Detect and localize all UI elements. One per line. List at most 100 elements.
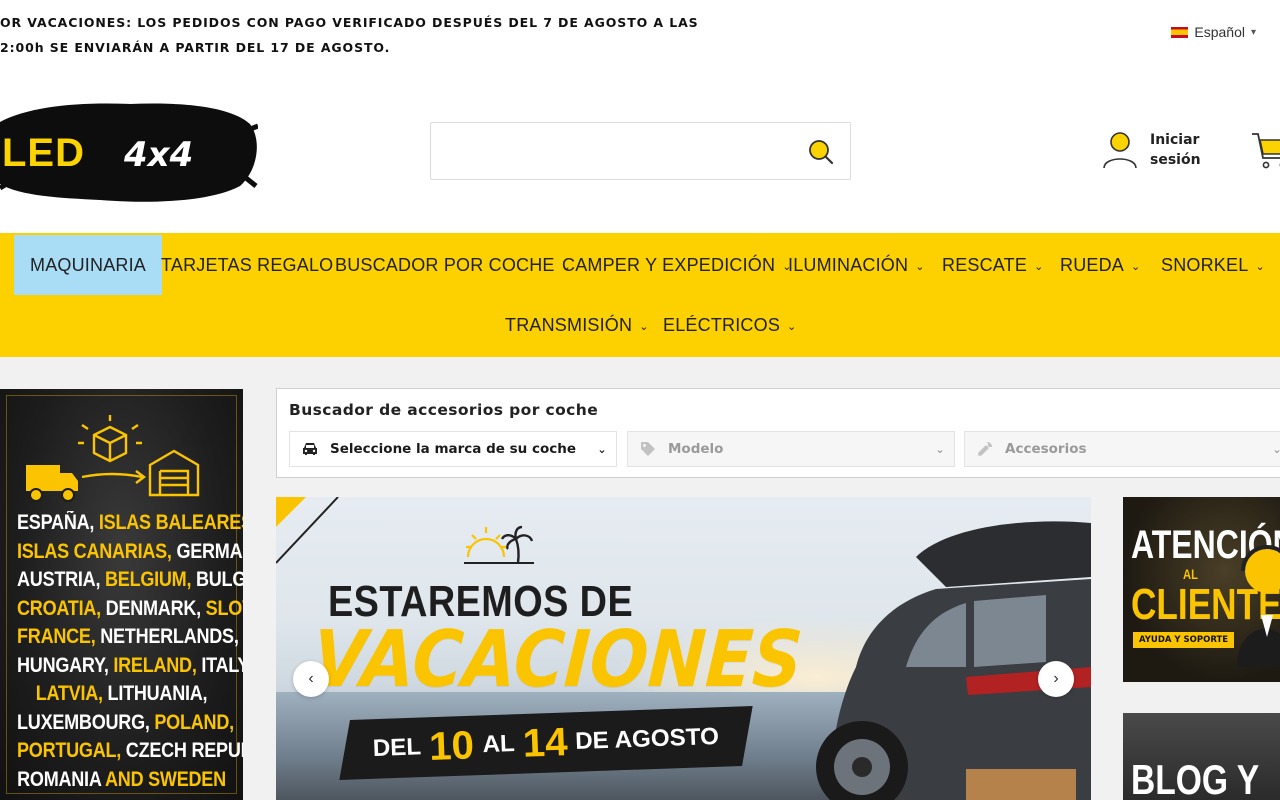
country-text: BULGARIA [195,568,243,591]
login-label: Iniciar sesión [1150,132,1201,168]
dates-al: AL [481,730,515,759]
brand-select-value: Seleccione la marca de su coche [330,441,577,457]
accessories-select[interactable]: Accesorios ⌄ [964,431,1280,467]
nav-item-iluminacion[interactable]: ILUMINACIÓN ⌄ [788,235,925,295]
blog-title: BLOG Y [1131,756,1260,800]
country-line: HUNGARY, IRELAND, ITALY [17,652,243,681]
dates-month: DE AGOSTO [574,723,720,755]
nav-item-maquinaria[interactable]: MAQUINARIA [14,235,163,295]
announcement-line-1: OR VACACIONES: LOS PEDIDOS CON PAGO VERI… [0,15,699,30]
shipping-countries-banner[interactable]: ESPAÑA, ISLAS BALEARES, ISLAS CANARIAS, G… [0,389,243,800]
wrench-icon [965,441,1005,457]
model-select[interactable]: Modelo ⌄ [627,431,955,467]
svg-text:4x4: 4x4 [123,135,193,175]
nav-label: ELÉCTRICOS [663,314,781,335]
blog-banner[interactable]: BLOG Y [1123,713,1280,800]
nav-label: TRANSMISIÓN [505,314,633,335]
search-input[interactable] [431,123,791,179]
user-icon [1103,132,1137,169]
slide-headline: VACACIONES [310,615,805,705]
country-text: LUXEMBOURG, [17,710,155,734]
country-line: LUXEMBOURG, POLAND, [17,709,234,738]
country-text: AND SWEDEN [105,767,226,791]
car-icon [290,442,330,456]
nav-item-snorkel[interactable]: SNORKEL ⌄ [1161,235,1265,295]
dates-del: DEL [372,733,422,762]
nav-item-electricos[interactable]: ELÉCTRICOS ⌄ [663,295,796,355]
slider-prev-button[interactable]: ‹ [293,661,329,697]
language-selector[interactable]: Español ▾ [1171,24,1256,40]
country-text: HUNGARY, [17,653,114,677]
nav-label: CAMPER Y EXPEDICIÓN [562,254,776,275]
accessories-select-value: Accesorios [1005,441,1087,457]
support-subtitle: AYUDA Y SOPORTE [1133,632,1235,648]
car-accessory-finder: Buscador de accesorios por coche Selecci… [276,388,1280,478]
chevron-down-icon: ⌄ [597,442,607,456]
nav-item-rescate[interactable]: RESCATE ⌄ [942,235,1044,295]
main-navigation: MAQUINARIA TARJETAS REGALO BUSCADOR POR … [0,233,1280,357]
country-text: ESPAÑA, [17,511,99,534]
country-text: NETHERLANDS, [95,625,239,648]
cart-icon[interactable] [1250,128,1280,172]
nav-label: SNORKEL [1161,254,1249,275]
country-text: IRELAND, [113,653,197,677]
nav-label: RUEDA [1060,254,1125,275]
chevron-down-icon: ⌄ [1131,260,1141,273]
chevron-down-icon: ⌄ [787,320,797,333]
country-text: FRANCE, [17,625,96,648]
car-image [816,521,1091,800]
chevron-down-icon: ⌄ [935,442,945,456]
nav-item-transmision[interactable]: TRANSMISIÓN ⌄ [505,295,649,355]
nav-item-camper-y-expedicion[interactable]: CAMPER Y EXPEDICIÓN ⌄ [562,235,792,295]
hero-slider[interactable]: ESTAREMOS DE VACACIONES DEL 10 AL 14 DE … [276,497,1091,800]
nav-item-tarjetas-regalo[interactable]: TARJETAS REGALO [161,235,333,295]
country-text: ISLAS CANARIAS, [17,539,172,563]
model-select-value: Modelo [668,441,724,457]
country-text: CROATIA, [17,596,101,620]
page: OR VACACIONES: LOS PEDIDOS CON PAGO VERI… [0,0,1280,800]
nav-label: BUSCADOR POR COCHE [335,254,555,275]
nav-label: MAQUINARIA [30,254,147,275]
slider-next-button[interactable]: › [1038,661,1074,697]
tag-icon [628,441,668,457]
country-line: LATVIA, LITHUANIA, [17,680,226,709]
country-text: CZECH REPUBLIC [125,739,243,762]
chevron-right-icon: › [1053,670,1059,687]
chevron-down-icon: ⌄ [639,320,649,333]
shipping-countries-list: ESPAÑA, ISLAS BALEARES, ISLAS CANARIAS, G… [17,509,243,795]
nav-label: RESCATE [942,254,1028,275]
search-icon[interactable] [806,137,836,167]
login-link[interactable]: Iniciar sesión [1102,130,1210,170]
chevron-left-icon: ‹ [308,670,314,687]
country-text: POLAND, [154,710,234,734]
svg-text:LED: LED [2,131,85,175]
chevron-down-icon: ⌄ [1034,260,1044,273]
support-title-2: AL [1183,566,1198,582]
dates-to: 14 [521,719,569,766]
nav-label: ILUMINACIÓN [788,254,909,275]
country-text: GERMANY [176,539,243,563]
chevron-down-icon: ▾ [1250,26,1256,38]
country-line: FRANCE, NETHERLANDS, [17,623,239,652]
spain-flag-icon [1171,26,1189,38]
customer-support-banner[interactable]: ATENCIÓN AL CLIENTE AYUDA Y SOPORTE [1123,497,1280,682]
chevron-down-icon: ⌄ [915,260,925,273]
site-logo[interactable]: LED 4x4 [0,100,258,204]
nav-item-rueda[interactable]: RUEDA ⌄ [1060,235,1140,295]
announcement-line-2: 2:00h SE ENVIARÁN A PARTIR DEL 17 DE AGO… [0,40,391,55]
language-label: Español [1194,24,1245,40]
country-line: ESPAÑA, ISLAS BALEARES, [17,509,243,538]
announcement-bar: OR VACACIONES: LOS PEDIDOS CON PAGO VERI… [0,10,699,60]
brand-select[interactable]: Seleccione la marca de su coche ⌄ [289,431,617,467]
country-text: LITHUANIA, [102,682,208,705]
country-line: ISLAS CANARIAS, GERMANY [17,538,243,567]
delivery-truck-icon [26,415,200,502]
country-text: ISLAS BALEARES, [98,511,243,534]
nav-item-buscador-por-coche[interactable]: BUSCADOR POR COCHE ⌄ [335,235,571,295]
country-text: ROMANIA [17,767,106,791]
search-box [430,122,851,180]
country-line: ROMANIA AND SWEDEN [17,766,226,795]
sun-palm-icon [464,525,534,564]
country-line: CROATIA, DENMARK, SLOVAKIA, [17,595,243,624]
finder-title: Buscador de accesorios por coche [289,401,599,419]
